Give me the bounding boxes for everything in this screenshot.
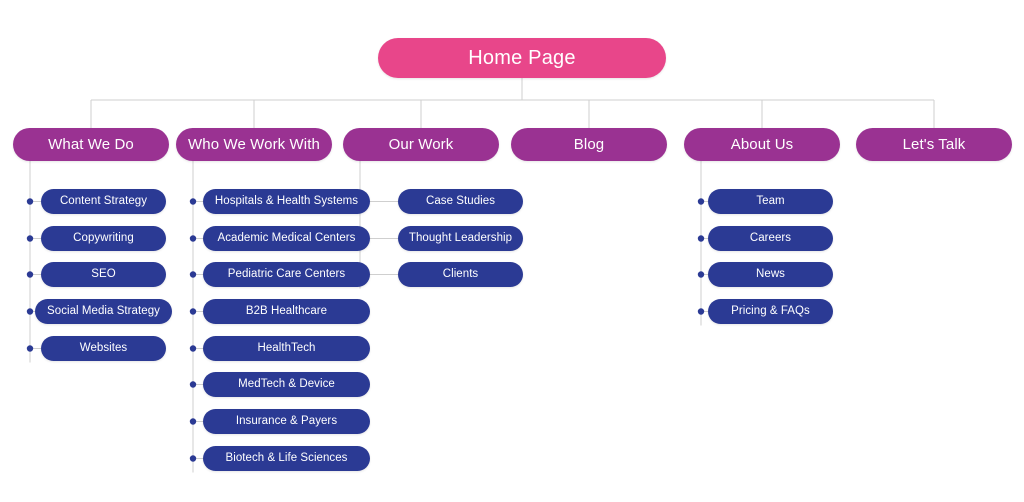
node-home-page[interactable]: Home Page [378, 38, 666, 78]
node-content-strategy[interactable]: Content Strategy [41, 189, 166, 214]
node-pediatric-care-centers[interactable]: Pediatric Care Centers [203, 262, 370, 287]
node-who-we-work-with[interactable]: Who We Work With [176, 128, 332, 161]
node-label: Pricing & FAQs [731, 304, 810, 317]
node-label: Blog [573, 136, 605, 153]
node-label: About Us [730, 136, 794, 153]
node-news[interactable]: News [708, 262, 833, 287]
node-label: Who We Work With [188, 136, 320, 153]
node-clients[interactable]: Clients [398, 262, 523, 287]
node-hospitals-health-systems[interactable]: Hospitals & Health Systems [203, 189, 370, 214]
node-thought-leadership[interactable]: Thought Leadership [398, 226, 523, 251]
node-about-us[interactable]: About Us [684, 128, 840, 161]
node-label: Home Page [468, 47, 576, 69]
node-social-media-strategy[interactable]: Social Media Strategy [35, 299, 172, 324]
node-lets-talk[interactable]: Let's Talk [856, 128, 1012, 161]
node-seo[interactable]: SEO [41, 262, 166, 287]
node-biotech-life-sciences[interactable]: Biotech & Life Sciences [203, 446, 370, 471]
node-label: Content Strategy [59, 194, 148, 207]
node-b2b-healthcare[interactable]: B2B Healthcare [203, 299, 370, 324]
node-label: Team [756, 194, 785, 207]
node-label: What We Do [48, 136, 134, 153]
node-websites[interactable]: Websites [41, 336, 166, 361]
node-label: Hospitals & Health Systems [214, 194, 359, 207]
node-label: SEO [91, 267, 116, 280]
node-label: Websites [79, 341, 128, 354]
node-label: Biotech & Life Sciences [225, 451, 348, 464]
node-our-work[interactable]: Our Work [343, 128, 499, 161]
node-label: Thought Leadership [408, 231, 513, 244]
node-healthtech[interactable]: HealthTech [203, 336, 370, 361]
node-insurance-payers[interactable]: Insurance & Payers [203, 409, 370, 434]
node-case-studies[interactable]: Case Studies [398, 189, 523, 214]
node-label: Pediatric Care Centers [227, 267, 346, 280]
node-label: B2B Healthcare [245, 304, 328, 317]
sitemap-diagram: Home Page What We Do Who We Work With Ou… [0, 0, 1024, 502]
node-label: Academic Medical Centers [217, 231, 356, 244]
node-what-we-do[interactable]: What We Do [13, 128, 169, 161]
node-blog[interactable]: Blog [511, 128, 667, 161]
node-label: Careers [749, 231, 792, 244]
node-label: Insurance & Payers [235, 414, 338, 427]
node-label: MedTech & Device [238, 377, 335, 390]
node-copywriting[interactable]: Copywriting [41, 226, 166, 251]
node-label: Copywriting [73, 231, 134, 244]
node-medtech-device[interactable]: MedTech & Device [203, 372, 370, 397]
node-label: HealthTech [257, 341, 316, 354]
node-team[interactable]: Team [708, 189, 833, 214]
node-label: Our Work [388, 136, 454, 153]
node-pricing-faqs[interactable]: Pricing & FAQs [708, 299, 833, 324]
node-careers[interactable]: Careers [708, 226, 833, 251]
node-label: Case Studies [426, 194, 495, 207]
node-label: News [756, 267, 785, 280]
node-label: Clients [442, 267, 479, 280]
node-label: Let's Talk [902, 136, 966, 153]
node-label: Social Media Strategy [47, 304, 160, 317]
node-academic-medical-centers[interactable]: Academic Medical Centers [203, 226, 370, 251]
